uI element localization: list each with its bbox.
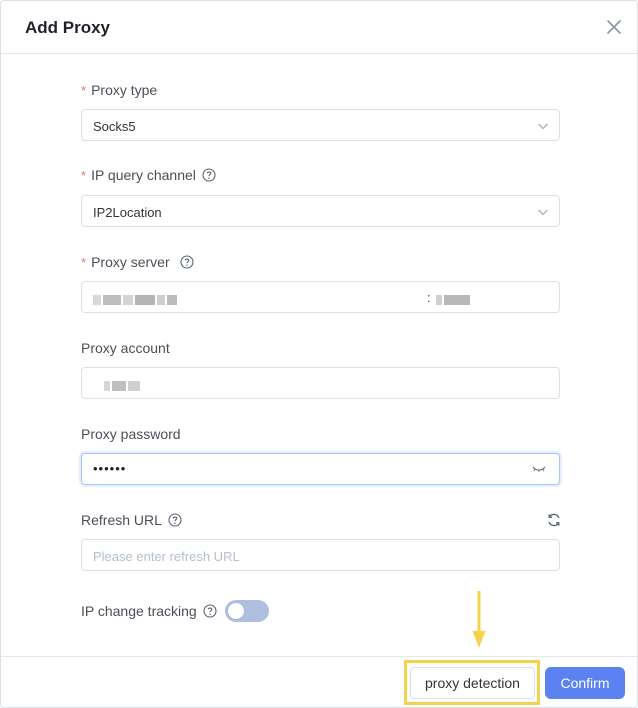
dialog-footer	[1, 656, 637, 707]
redacted-account	[104, 379, 142, 391]
arrow-down-icon	[472, 591, 486, 648]
proxy-password-label: Proxy password	[81, 426, 181, 442]
proxy-account-label-text: Proxy account	[81, 340, 170, 356]
redacted-port	[436, 293, 472, 305]
required-mark: *	[81, 254, 87, 270]
add-proxy-dialog: Add Proxy * Proxy type Socks5 * IP query…	[0, 0, 638, 708]
dialog-title: Add Proxy	[25, 18, 111, 37]
proxy-password-input[interactable]: ••••••	[81, 453, 560, 485]
required-mark: *	[81, 82, 87, 98]
ip-query-channel-label-text: IP query channel	[91, 167, 196, 183]
dialog-header: Add Proxy	[1, 1, 637, 54]
ip-query-channel-label: * IP query channel	[81, 167, 216, 183]
port-separator: :	[427, 290, 431, 305]
password-masked-value: ••••••	[93, 461, 127, 476]
required-mark: *	[81, 167, 87, 183]
proxy-type-label-text: Proxy type	[91, 82, 158, 98]
proxy-type-label: * Proxy type	[81, 82, 157, 98]
proxy-detection-button[interactable]: proxy detection	[410, 667, 535, 699]
chevron-down-icon	[538, 209, 548, 216]
proxy-type-select[interactable]: Socks5	[81, 109, 560, 141]
ip-query-channel-select[interactable]: IP2Location	[81, 195, 560, 227]
confirm-button[interactable]: Confirm	[545, 667, 625, 699]
eye-closed-icon[interactable]	[532, 465, 546, 473]
redacted-host	[93, 293, 179, 305]
proxy-account-label: Proxy account	[81, 340, 170, 356]
ip-change-tracking-toggle[interactable]	[225, 600, 269, 622]
refresh-url-placeholder: Please enter refresh URL	[93, 549, 240, 564]
question-circle-icon[interactable]	[202, 168, 216, 182]
ip-query-channel-value: IP2Location	[93, 205, 162, 220]
refresh-url-label: Refresh URL	[81, 512, 182, 528]
proxy-password-label-text: Proxy password	[81, 426, 181, 442]
proxy-account-input[interactable]	[81, 367, 560, 399]
question-circle-icon[interactable]	[203, 604, 217, 618]
refresh-icon[interactable]	[546, 512, 562, 528]
refresh-url-input[interactable]: Please enter refresh URL	[81, 539, 560, 571]
ip-change-tracking-label: IP change tracking	[81, 603, 217, 619]
close-icon[interactable]	[604, 17, 624, 37]
chevron-down-icon	[538, 123, 548, 130]
ip-change-tracking-label-text: IP change tracking	[81, 603, 197, 619]
toggle-knob	[228, 603, 244, 619]
refresh-url-label-text: Refresh URL	[81, 512, 162, 528]
proxy-server-label-text: Proxy server	[91, 254, 170, 270]
proxy-type-value: Socks5	[93, 119, 136, 134]
proxy-server-label: * Proxy server	[81, 254, 194, 270]
question-circle-icon[interactable]	[168, 513, 182, 527]
proxy-server-input[interactable]: :	[81, 281, 560, 313]
question-circle-icon[interactable]	[180, 255, 194, 269]
